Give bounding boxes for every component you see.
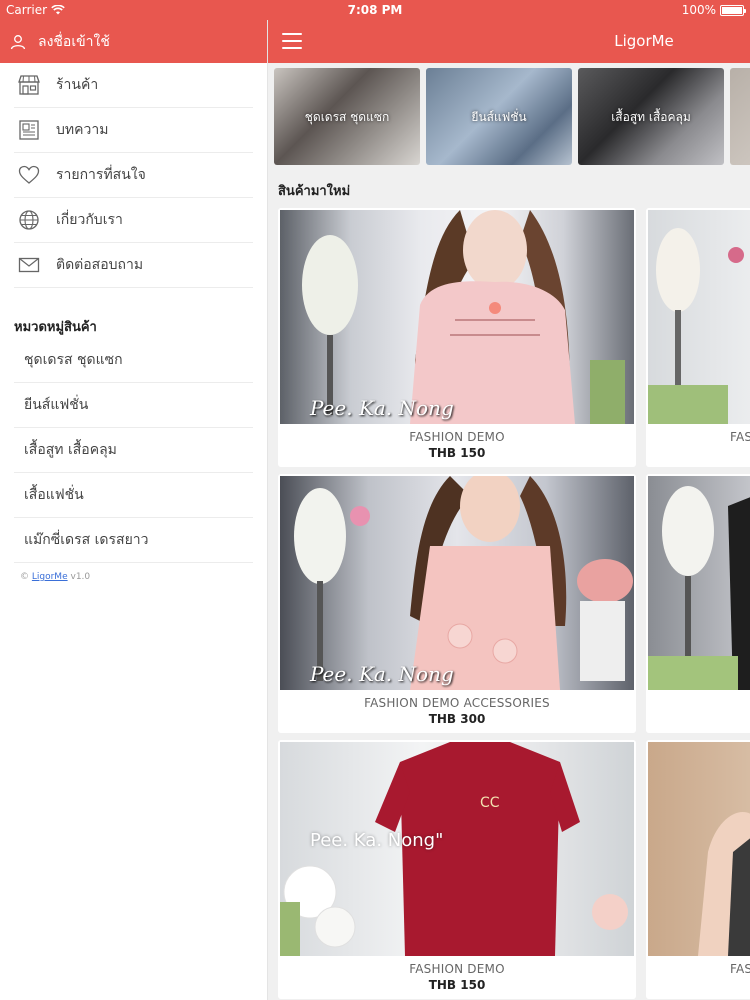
category-tile[interactable]: ยีนส์แฟชั่น [426,68,572,165]
product-name: FASHION DEMO [409,430,505,444]
battery-fill [722,6,742,14]
product-card[interactable] [646,474,750,733]
category-tile[interactable]: เสื้อสูท เสื้อคลุม [578,68,724,165]
product-card[interactable]: Pee. Ka. Nong FASHION DEMO THB 150 [278,208,636,467]
sidebar-item-contact[interactable]: ติดต่อสอบถาม [14,243,253,288]
login-button[interactable]: ลงชื่อเข้าใช้ [0,20,267,63]
product-image: CC Pee. Ka. Nong" [280,742,634,956]
app-title: LigorMe [614,32,674,50]
sidebar-item-label: รายการที่สนใจ [56,167,146,183]
product-card[interactable]: CC Pee. Ka. Nong" FASHION DEMO THB 150 [278,740,636,999]
category-header: หมวดหมู่สินค้า [14,320,97,335]
category-list: ชุดเดรส ชุดแซก ยีนส์แฟชั่น เสื้อสูท เสื้… [0,338,267,563]
sidebar-item-label: เกี่ยวกับเรา [56,212,123,228]
copyright-link[interactable]: LigorMe [32,572,68,582]
sidebar-item-label: บทความ [56,122,109,138]
main-content: LigorMe ชุดเดรส ชุดแซก ยีนส์แฟชั่น เสื้อ… [268,20,750,1000]
globe-icon [18,209,40,231]
product-image [648,476,750,690]
category-tile-label: ชุดเดรส ชุดแซก [304,110,390,124]
category-tile-label: ยีนส์แฟชั่น [471,110,527,124]
category-tile-label: เสื้อสูท เสื้อคลุม [611,110,691,124]
envelope-icon [18,254,40,276]
sidebar-item-wishlist[interactable]: รายการที่สนใจ [14,153,253,198]
newspaper-icon [18,119,40,141]
category-item[interactable]: เสื้อแฟชั่น [14,473,253,518]
new-products-title: สินค้ามาใหม่ [278,184,351,199]
sidebar-menu: ร้านค้า บทความ รายการที่สนใจ เกี่ยวกับเร… [0,63,267,288]
product-name: FAS [730,962,750,976]
sidebar-item-articles[interactable]: บทความ [14,108,253,153]
product-photo-illustration [648,486,750,690]
navbar: LigorMe [268,20,750,63]
copyright-symbol: © [20,572,29,582]
category-item[interactable]: ยีนส์แฟชั่น [14,383,253,428]
status-time: 7:08 PM [347,3,403,17]
watermark: Pee. Ka. Nong" [310,830,444,851]
product-name: FASHION DEMO [409,962,505,976]
product-card[interactable]: FAS [646,208,750,467]
product-name: FAS [730,430,750,444]
heart-icon [18,164,40,186]
sidebar: ลงชื่อเข้าใช้ ร้านค้า บทความ รายการที่สน… [0,20,268,1000]
login-label: ลงชื่อเข้าใช้ [38,33,110,50]
product-image: Pee. Ka. Nong [280,210,634,424]
product-image [648,210,750,424]
battery-percent: 100% [681,3,716,17]
sidebar-item-store[interactable]: ร้านค้า [14,63,253,108]
product-card[interactable]: FAS [646,740,750,999]
watermark: Pee. Ka. Nong [310,396,454,420]
category-item[interactable]: แม๊กซี่เดรส เดรสยาว [14,518,253,563]
category-tile[interactable] [730,68,750,165]
sidebar-item-label: ติดต่อสอบถาม [56,257,144,273]
sidebar-item-about[interactable]: เกี่ยวกับเรา [14,198,253,243]
product-name: FASHION DEMO ACCESSORIES [364,696,550,710]
category-tile[interactable]: ชุดเดรส ชุดแซก [274,68,420,165]
category-item[interactable]: เสื้อสูท เสื้อคลุม [14,428,253,473]
version-label: v1.0 [70,572,91,582]
product-price: THB 150 [428,446,486,460]
product-photo-illustration [302,210,625,424]
category-item[interactable]: ชุดเดรส ชุดแซก [14,338,253,383]
status-right: 100% [681,3,746,17]
product-card[interactable]: Pee. Ka. Nong FASHION DEMO ACCESSORIES T… [278,474,636,733]
product-image: Pee. Ka. Nong [280,476,634,690]
battery-icon [720,4,746,16]
status-bar: Carrier 7:08 PM 100% [0,0,750,20]
watermark: Pee. Ka. Nong [310,662,454,686]
user-icon [10,34,26,49]
svg-text:CC: CC [480,795,500,811]
product-photo-illustration [294,476,633,690]
product-photo-illustration [698,812,750,956]
product-image [648,742,750,956]
category-strip[interactable]: ชุดเดรส ชุดแซก ยีนส์แฟชั่น เสื้อสูท เสื้… [274,68,750,165]
product-photo-illustration [648,228,744,424]
product-price: THB 300 [428,712,486,726]
product-price: THB 150 [428,978,486,992]
sidebar-item-label: ร้านค้า [56,77,99,93]
copyright: © LigorMe v1.0 [20,572,267,582]
store-icon [18,74,40,96]
